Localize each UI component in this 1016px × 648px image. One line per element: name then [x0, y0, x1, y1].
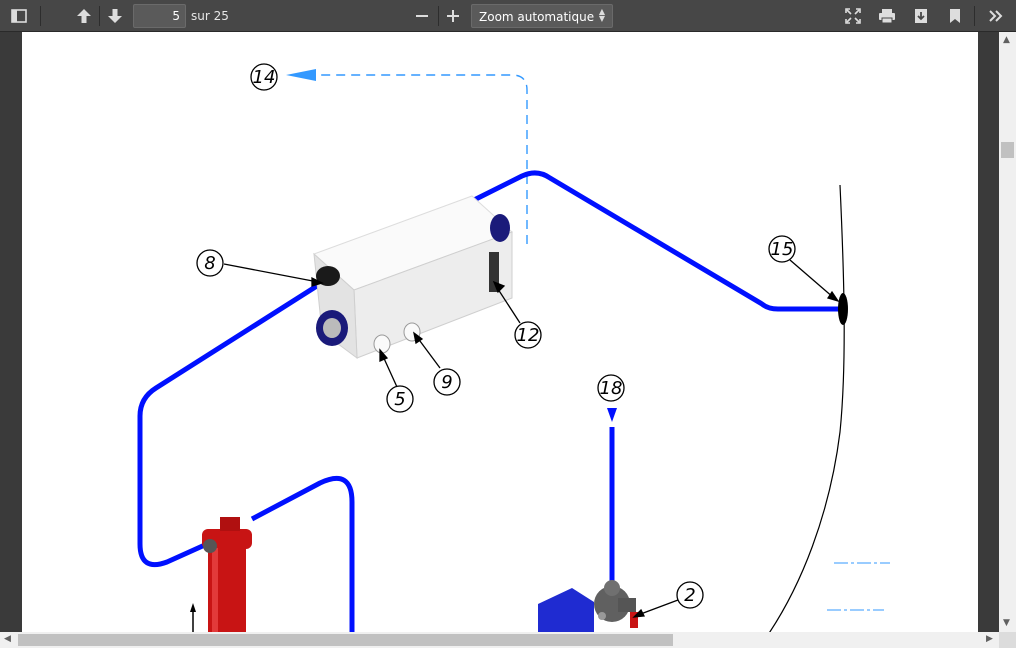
- callout-label: 18: [600, 378, 623, 399]
- chevron-up-icon[interactable]: ▲: [1003, 35, 1010, 45]
- callout-18: 18: [597, 374, 625, 402]
- page-total-label: sur 25: [191, 9, 229, 23]
- more-tools-icon[interactable]: [983, 4, 1009, 28]
- scrollbar-corner: [999, 632, 1016, 648]
- callout-9: 9: [433, 368, 461, 396]
- chevron-updown-icon: ▲ ▼: [598, 7, 605, 23]
- toolbar-separator: [99, 6, 100, 26]
- callout-12: 12: [514, 321, 542, 349]
- arrowhead-icon: [190, 603, 196, 612]
- document-viewer[interactable]: 14 8 12 5 9 15 18 2: [0, 32, 1000, 632]
- horizontal-scrollbar[interactable]: ◀ ▶: [0, 632, 1000, 648]
- callout-label: 8: [204, 253, 215, 274]
- callout-label: 5: [394, 389, 405, 410]
- pdf-toolbar: sur 25 Zoom automatique ▲▼: [0, 0, 1016, 32]
- callout-label: 9: [441, 372, 452, 393]
- callout-15: 15: [768, 235, 796, 263]
- return-pipe: [250, 476, 355, 632]
- toolbar-separator: [40, 6, 41, 26]
- horizontal-scroll-thumb[interactable]: [18, 634, 673, 646]
- zoom-out-icon[interactable]: [409, 4, 435, 28]
- callout-label: 14: [253, 67, 276, 88]
- chevron-right-icon[interactable]: ▶: [986, 634, 993, 644]
- connection-point: [838, 293, 848, 325]
- print-icon[interactable]: [874, 4, 900, 28]
- valve-block: [313, 195, 513, 360]
- callout-label: 15: [771, 239, 794, 260]
- sidebar-toggle-icon[interactable]: [6, 4, 32, 28]
- pump-assembly: [538, 580, 638, 632]
- callout-label: 12: [517, 325, 540, 346]
- chevron-down-icon[interactable]: ▼: [1003, 618, 1010, 628]
- vertical-scrollbar[interactable]: ▲ ▼: [999, 32, 1016, 632]
- callout-2: 2: [676, 581, 704, 609]
- bookmark-icon[interactable]: [942, 4, 968, 28]
- hydraulic-diagram: 14 8 12 5 9 15 18 2: [137, 63, 890, 632]
- callout-14: 14: [250, 63, 278, 91]
- callout-8: 8: [196, 249, 224, 277]
- zoom-select[interactable]: Zoom automatique ▲ ▼: [471, 4, 613, 28]
- fullscreen-icon[interactable]: [840, 4, 866, 28]
- filter: [202, 517, 252, 632]
- arrow-up-icon[interactable]: [71, 4, 97, 28]
- callout-5: 5: [386, 385, 414, 413]
- page-number-input[interactable]: [133, 4, 186, 28]
- leader-lines: [223, 259, 840, 618]
- arrowhead-icon: [607, 408, 617, 422]
- toolbar-separator: [974, 6, 975, 26]
- pdf-page: 14 8 12 5 9 15 18 2: [22, 32, 978, 632]
- download-icon[interactable]: [908, 4, 934, 28]
- arrow-down-icon[interactable]: [102, 4, 128, 28]
- toolbar-separator: [438, 6, 439, 26]
- zoom-select-label: Zoom automatique: [479, 10, 595, 24]
- callout-label: 2: [684, 585, 695, 606]
- arrowhead-icon: [286, 69, 316, 81]
- vertical-scroll-thumb[interactable]: [1001, 142, 1014, 158]
- zoom-in-icon[interactable]: [440, 4, 466, 28]
- chevron-left-icon[interactable]: ◀: [4, 634, 11, 644]
